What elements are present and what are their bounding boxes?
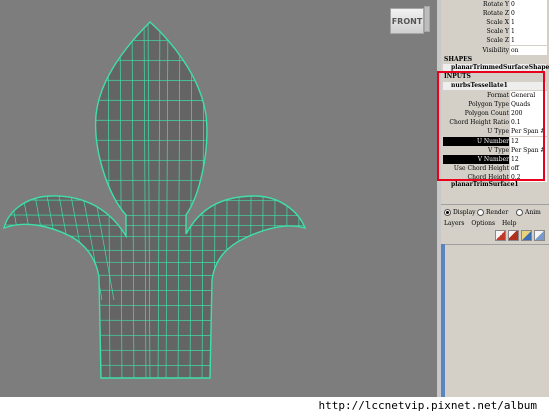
attr-value-field[interactable]: 0.1: [510, 118, 547, 128]
menu-layers[interactable]: Layers: [444, 220, 464, 227]
attr-value-field[interactable]: Per Span # of: [510, 145, 547, 155]
inputs-header: INPUTS: [444, 73, 471, 80]
attr-value-field[interactable]: General: [510, 91, 547, 100]
viewport-panel[interactable]: FRONT: [0, 0, 437, 397]
radio-display-label: Display: [453, 209, 476, 216]
attr-value-field[interactable]: 0: [510, 9, 547, 19]
layer-menu-bar: Layers Options Help: [444, 220, 522, 228]
attr-row[interactable]: Scale Y1: [441, 27, 549, 37]
attr-value-field[interactable]: 1: [510, 27, 547, 37]
attr-label[interactable]: Scale Z: [486, 36, 509, 45]
attr-row[interactable]: Polygon Type Quads: [441, 100, 549, 110]
attr-label[interactable]: Format: [487, 91, 509, 100]
input-node-name[interactable]: nurbsTessellate1: [443, 82, 546, 90]
attr-label[interactable]: Chord Height Ratio: [449, 118, 509, 127]
attr-label[interactable]: Polygon Count: [465, 109, 509, 118]
radio-display[interactable]: Display: [444, 208, 476, 217]
attr-row[interactable]: Use Chord Height off: [441, 163, 549, 173]
new-layer-icon[interactable]: [495, 230, 506, 241]
channel-box: Rotate Y 0 Rotate Z 0 Scale X 1 Scale Y 1 Scale …: [441, 0, 549, 397]
attr-label[interactable]: Scale X: [486, 18, 509, 27]
attr-row[interactable]: Polygon Count 200: [441, 109, 549, 119]
next-node-name[interactable]: planarTrimSurface1: [443, 181, 546, 189]
attr-row[interactable]: U TypePer Span # of: [441, 127, 549, 137]
attr-value-field[interactable]: on: [510, 45, 547, 55]
attr-row[interactable]: Format General: [441, 91, 549, 100]
attr-value-field[interactable]: 12: [510, 154, 547, 164]
watermark-bar: http://lccnetvip.pixnet.net/album: [0, 397, 549, 416]
attr-value-field[interactable]: 1: [510, 36, 547, 46]
tessellation-wireframe: [4, 22, 305, 378]
attr-value-field[interactable]: 1: [510, 18, 547, 28]
attr-row[interactable]: Rotate Z0: [441, 9, 549, 19]
attr-value-field[interactable]: Per Span # of: [510, 127, 547, 137]
radio-anim-label: Anim: [525, 209, 541, 216]
layer-mode-radio-group: Display Render Anim: [444, 208, 548, 217]
attr-value-field[interactable]: 12: [510, 136, 547, 146]
attr-label[interactable]: Visibility: [482, 46, 509, 55]
fleur-de-lis-surface[interactable]: [0, 0, 437, 397]
radio-render-label: Render: [486, 209, 509, 216]
attr-label[interactable]: U Type: [487, 127, 509, 136]
attr-value-field[interactable]: 0: [510, 0, 547, 9]
attr-row[interactable]: Chord Height Ratio 0.1: [441, 118, 549, 128]
shapes-header: SHAPES: [444, 56, 473, 63]
view-cube-front-face[interactable]: FRONT: [390, 8, 424, 34]
attr-row[interactable]: Rotate Y0: [441, 0, 549, 9]
layer-list-edge: [441, 244, 445, 397]
delete-layer-icon[interactable]: [521, 230, 532, 241]
attr-label[interactable]: Rotate Z: [483, 9, 509, 18]
view-cube[interactable]: FRONT: [388, 4, 430, 36]
attr-value-field[interactable]: Quads: [510, 100, 547, 110]
attr-label[interactable]: V Type: [488, 146, 509, 155]
radio-anim[interactable]: Anim: [516, 208, 541, 217]
menu-options[interactable]: Options: [471, 220, 495, 227]
layer-edit-icon[interactable]: [534, 230, 545, 241]
attr-row[interactable]: Scale Z1: [441, 36, 549, 46]
attr-row[interactable]: U Number 12: [441, 136, 549, 146]
attr-value-field[interactable]: 200: [510, 109, 547, 119]
new-layer-selected-icon[interactable]: [508, 230, 519, 241]
radio-render-dot[interactable]: [477, 209, 484, 216]
attr-label[interactable]: Polygon Type: [468, 100, 509, 109]
attr-row[interactable]: V Number 12: [441, 154, 549, 164]
radio-display-dot[interactable]: [444, 209, 451, 216]
attr-label[interactable]: Use Chord Height: [454, 164, 509, 173]
watermark-url: http://lccnetvip.pixnet.net/album: [318, 399, 537, 412]
view-cube-side-face[interactable]: [424, 6, 430, 32]
shape-node-name[interactable]: planarTrimmedSurfaceShape1: [443, 64, 549, 72]
panel-divider: [441, 244, 549, 245]
menu-help[interactable]: Help: [502, 220, 517, 227]
radio-anim-dot[interactable]: [516, 209, 523, 216]
radio-render[interactable]: Render: [477, 208, 508, 217]
attr-label[interactable]: Rotate Y: [483, 0, 509, 9]
attr-row[interactable]: Visibility on: [441, 45, 549, 55]
attr-row[interactable]: Scale X1: [441, 18, 549, 28]
attr-value-field[interactable]: off: [510, 163, 547, 173]
attr-row[interactable]: V TypePer Span # of: [441, 145, 549, 155]
attr-label[interactable]: V Number: [478, 155, 509, 164]
panel-divider: [441, 204, 549, 205]
attr-label[interactable]: U Number: [477, 137, 509, 146]
attr-label[interactable]: Scale Y: [487, 27, 509, 36]
layer-toolbar: [495, 230, 545, 242]
